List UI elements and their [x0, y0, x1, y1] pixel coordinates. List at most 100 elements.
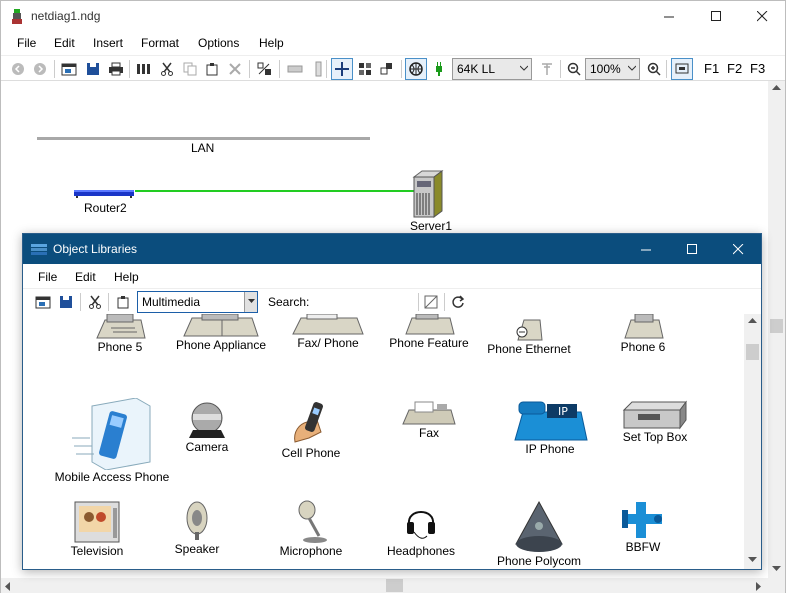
save-icon — [87, 63, 99, 75]
scroll-right-icon[interactable] — [756, 582, 762, 591]
scroll-up-icon[interactable] — [748, 318, 757, 324]
dialog-maximize-button[interactable] — [669, 234, 715, 264]
scroll-thumb[interactable] — [386, 579, 403, 592]
speaker-icon — [186, 501, 208, 540]
refresh-button[interactable] — [448, 291, 468, 313]
phone-icon — [624, 314, 664, 339]
mobile-phone-icon — [72, 398, 151, 470]
menu-help[interactable]: Help — [259, 36, 284, 50]
library-item[interactable]: IP IP Phone — [507, 398, 593, 456]
ungroup-button[interactable] — [377, 58, 397, 80]
forward-icon — [34, 63, 46, 75]
rack-button[interactable] — [134, 58, 154, 80]
lan-segment[interactable] — [37, 137, 370, 140]
maximize-button[interactable] — [693, 1, 739, 31]
copy-button[interactable] — [180, 58, 200, 80]
library-item[interactable]: Mobile Access Phone — [53, 398, 171, 484]
open-icon — [61, 63, 77, 76]
minimize-button[interactable] — [646, 1, 692, 31]
canvas-vertical-scrollbar[interactable] — [768, 81, 785, 578]
library-item[interactable]: Headphones — [383, 500, 459, 558]
f2-button[interactable]: F2 — [727, 61, 742, 76]
open-button[interactable] — [59, 58, 79, 80]
library-item[interactable]: Phone 6 — [613, 314, 673, 354]
forward-button[interactable] — [30, 58, 50, 80]
menu-edit[interactable]: Edit — [54, 36, 75, 50]
zoom-select[interactable]: 100% — [585, 58, 640, 80]
antenna-button[interactable] — [537, 58, 557, 80]
dialog-cut-button[interactable] — [85, 291, 105, 313]
toolbar-separator — [279, 60, 280, 78]
print-button[interactable] — [106, 58, 126, 80]
dialog-save-button[interactable] — [56, 291, 76, 313]
globe-button[interactable] — [405, 58, 427, 80]
scroll-up-icon[interactable] — [772, 85, 781, 91]
scroll-left-icon[interactable] — [5, 582, 11, 591]
library-item[interactable]: Camera — [181, 400, 233, 454]
delete-button[interactable] — [225, 58, 245, 80]
library-item[interactable]: Television — [67, 500, 127, 558]
cut-button[interactable] — [157, 58, 177, 80]
antenna-icon — [542, 63, 552, 75]
dialog-close-button[interactable] — [715, 234, 761, 264]
clear-search-button[interactable] — [421, 291, 441, 313]
library-item[interactable]: Phone Feature — [389, 314, 469, 350]
library-scrollbar[interactable] — [744, 314, 761, 569]
link-speed-select[interactable]: 64K LL — [452, 58, 532, 80]
ungroup-icon — [380, 63, 392, 75]
library-item[interactable]: BBFW — [619, 500, 667, 554]
library-item[interactable]: Fax/ Phone — [283, 314, 373, 350]
close-button[interactable] — [739, 1, 785, 31]
paste-icon — [117, 296, 129, 309]
display-button[interactable] — [671, 58, 693, 80]
library-item[interactable]: Set Top Box — [619, 400, 691, 444]
server-icon[interactable] — [412, 169, 444, 219]
scroll-thumb[interactable] — [746, 344, 759, 360]
library-item[interactable]: Phone Polycom — [493, 500, 585, 568]
library-item[interactable]: Phone 5 — [75, 314, 165, 354]
library-item[interactable]: Cell Phone — [281, 398, 341, 460]
search-input[interactable] — [311, 291, 415, 311]
library-item[interactable]: Microphone — [277, 500, 345, 558]
dialog-menu-help[interactable]: Help — [114, 270, 139, 284]
snap-grid-button[interactable] — [331, 58, 353, 80]
properties-button[interactable] — [255, 58, 275, 80]
item-label: Cell Phone — [281, 446, 341, 460]
scroll-thumb[interactable] — [770, 319, 783, 333]
toolbar-separator — [326, 60, 327, 78]
router-icon[interactable] — [73, 188, 137, 200]
fax-phone-icon — [292, 314, 364, 335]
library-item[interactable]: Phone Appliance — [173, 314, 269, 352]
zoom-out-button[interactable] — [564, 58, 584, 80]
save-button[interactable] — [83, 58, 103, 80]
library-select[interactable]: Multimedia — [137, 291, 258, 313]
library-item[interactable]: Phone Ethernet — [487, 314, 571, 356]
zoom-in-button[interactable] — [644, 58, 664, 80]
menu-file[interactable]: File — [17, 36, 36, 50]
link-button[interactable] — [285, 58, 305, 80]
lan-label: LAN — [191, 141, 215, 155]
group-button[interactable] — [355, 58, 375, 80]
item-label: Phone 5 — [97, 340, 143, 354]
dialog-menu-edit[interactable]: Edit — [75, 270, 96, 284]
paste-button[interactable] — [202, 58, 222, 80]
canvas-horizontal-scrollbar[interactable] — [1, 578, 768, 593]
library-item[interactable]: Speaker — [169, 500, 225, 556]
dialog-open-button[interactable] — [33, 291, 53, 313]
f3-button[interactable]: F3 — [750, 61, 765, 76]
scroll-down-icon[interactable] — [748, 557, 757, 563]
f1-button[interactable]: F1 — [704, 61, 719, 76]
connector-button[interactable] — [429, 58, 449, 80]
dialog-minimize-button[interactable] — [623, 234, 669, 264]
network-link[interactable] — [135, 190, 414, 192]
menu-options[interactable]: Options — [198, 36, 239, 50]
menu-insert[interactable]: Insert — [93, 36, 123, 50]
library-dropdown-button[interactable] — [244, 292, 257, 312]
menu-format[interactable]: Format — [141, 36, 179, 50]
main-toolbar: 64K LL 100% F1 F2 F3 — [1, 55, 785, 81]
scroll-down-icon[interactable] — [772, 566, 781, 572]
library-item[interactable]: Fax — [397, 400, 461, 440]
back-button[interactable] — [8, 58, 28, 80]
dialog-paste-button[interactable] — [113, 291, 133, 313]
dialog-menu-file[interactable]: File — [38, 270, 57, 284]
